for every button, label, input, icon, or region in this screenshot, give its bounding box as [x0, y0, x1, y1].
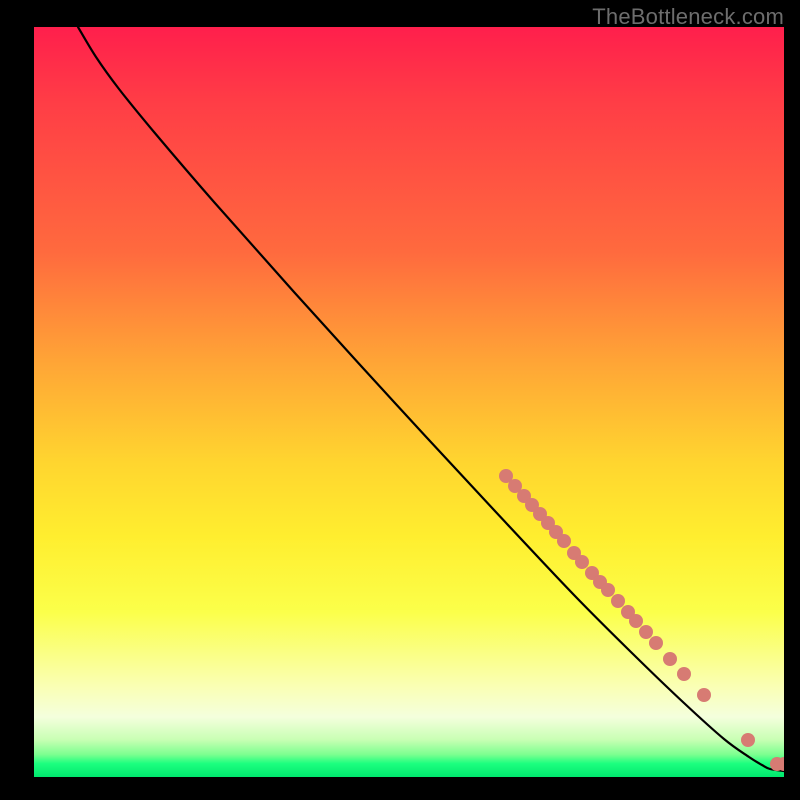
chart-plot-area [34, 27, 784, 777]
chart-background-gradient [34, 27, 784, 777]
